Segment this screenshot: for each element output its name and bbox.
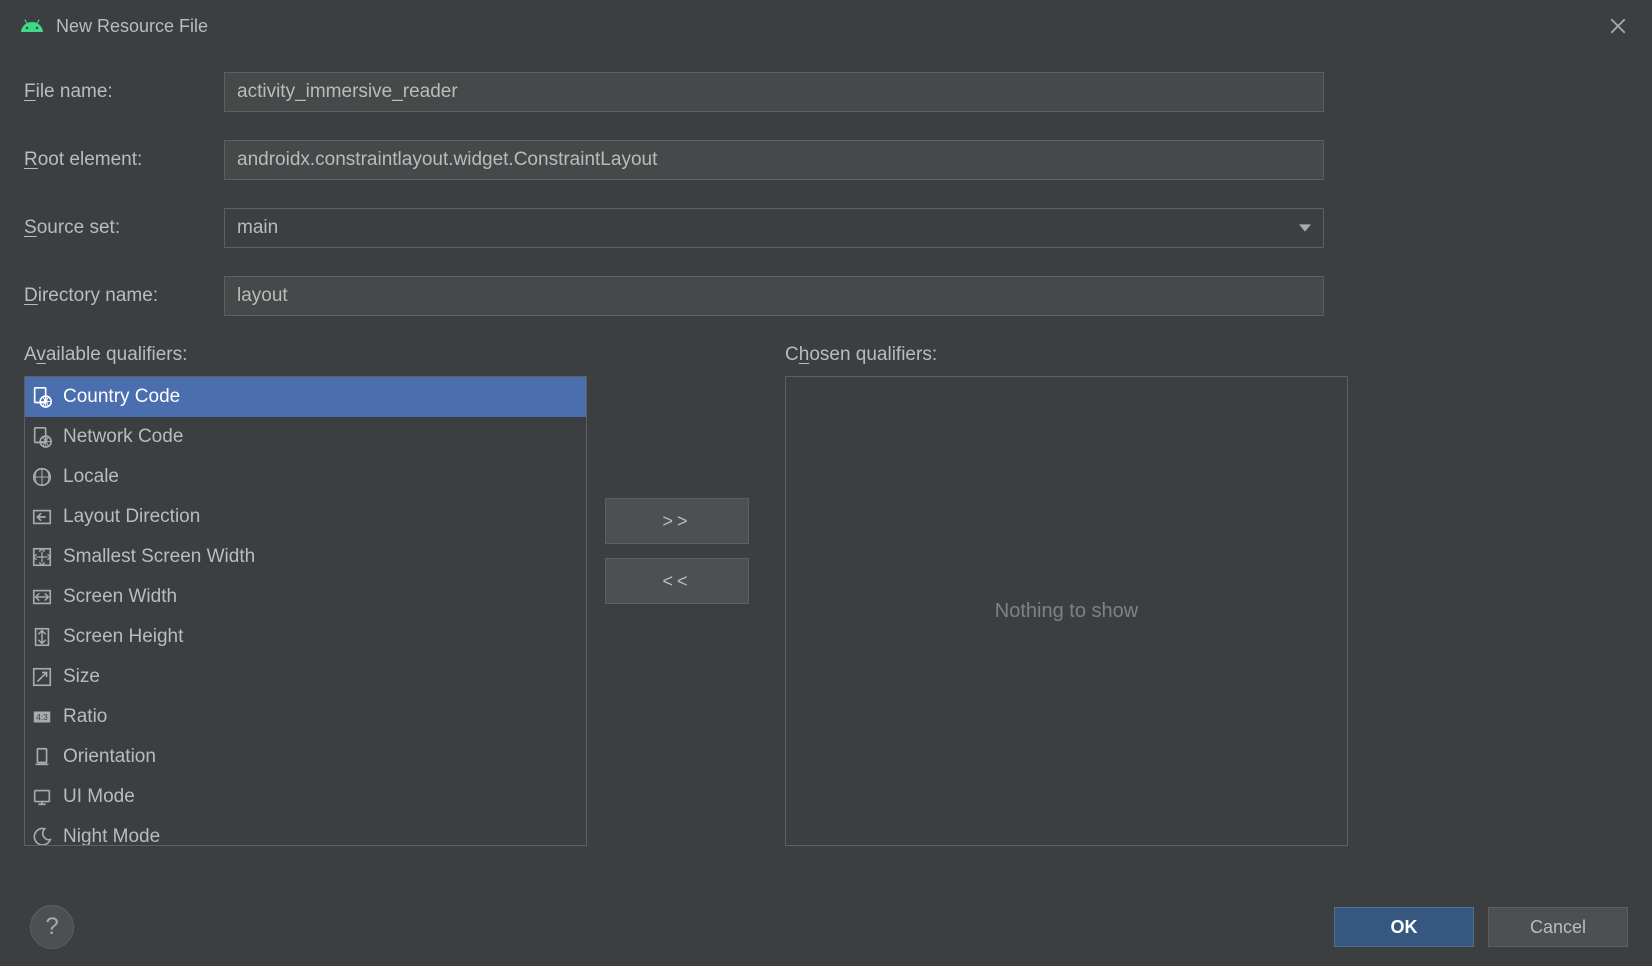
arrows-h-box-icon bbox=[31, 586, 53, 608]
source-set-value: main bbox=[237, 217, 278, 239]
ratio-box-icon: 4:3 bbox=[31, 706, 53, 728]
close-button[interactable] bbox=[1604, 12, 1632, 40]
root-element-input[interactable] bbox=[224, 140, 1324, 180]
chosen-column: Chosen qualifiers: Nothing to show bbox=[785, 344, 1348, 846]
qualifier-item[interactable]: Size bbox=[25, 657, 586, 697]
directory-name-input[interactable] bbox=[224, 276, 1324, 316]
file-globe-icon bbox=[31, 426, 53, 448]
new-resource-dialog: New Resource File File name: Root elemen… bbox=[0, 0, 1652, 966]
qualifier-label: Screen Height bbox=[63, 626, 183, 648]
qualifier-label: Layout Direction bbox=[63, 506, 200, 528]
android-icon bbox=[20, 14, 44, 38]
qualifier-item[interactable]: Smallest Screen Width bbox=[25, 537, 586, 577]
qualifier-item[interactable]: Layout Direction bbox=[25, 497, 586, 537]
remove-qualifier-button[interactable]: << bbox=[605, 558, 749, 604]
add-qualifier-button[interactable]: >> bbox=[605, 498, 749, 544]
label-file-name: File name: bbox=[24, 81, 214, 103]
row-root-element: Root element: bbox=[24, 140, 1628, 180]
cancel-button[interactable]: Cancel bbox=[1488, 907, 1628, 947]
nothing-to-show-text: Nothing to show bbox=[995, 600, 1138, 623]
qualifier-label: UI Mode bbox=[63, 786, 135, 808]
label-available: Available qualifiers: bbox=[24, 344, 587, 366]
qualifier-label: Screen Width bbox=[63, 586, 177, 608]
qualifier-label: Smallest Screen Width bbox=[63, 546, 255, 568]
qualifier-item[interactable]: Country Code bbox=[25, 377, 586, 417]
label-source-set: Source set: bbox=[24, 217, 214, 239]
row-directory-name: Directory name: bbox=[24, 276, 1628, 316]
arrows-v-box-icon bbox=[31, 626, 53, 648]
arrows-out-icon bbox=[31, 546, 53, 568]
qualifier-item[interactable]: Network Code bbox=[25, 417, 586, 457]
qualifier-label: Network Code bbox=[63, 426, 183, 448]
dialog-title: New Resource File bbox=[56, 16, 208, 37]
row-source-set: Source set: main bbox=[24, 208, 1628, 248]
night-icon bbox=[31, 826, 53, 846]
qualifier-label: Locale bbox=[63, 466, 119, 488]
label-chosen: Chosen qualifiers: bbox=[785, 344, 1348, 366]
svg-text:4:3: 4:3 bbox=[36, 713, 48, 722]
source-set-select[interactable]: main bbox=[224, 208, 1324, 248]
qualifier-item[interactable]: Screen Width bbox=[25, 577, 586, 617]
qualifier-item[interactable]: UI Mode bbox=[25, 777, 586, 817]
arrow-diag-box-icon bbox=[31, 666, 53, 688]
arrow-left-box-icon bbox=[31, 506, 53, 528]
file-globe-icon bbox=[31, 386, 53, 408]
orientation-icon bbox=[31, 746, 53, 768]
label-directory-name: Directory name: bbox=[24, 285, 214, 307]
footer-buttons: OK Cancel bbox=[1334, 907, 1628, 947]
row-file-name: File name: bbox=[24, 72, 1628, 112]
available-qualifiers-list[interactable]: Country Code Network Code Locale Layout … bbox=[24, 376, 587, 846]
qualifier-item[interactable]: Night Mode bbox=[25, 817, 586, 846]
move-buttons: >> << bbox=[605, 498, 749, 604]
dropdown-arrow-icon bbox=[1299, 224, 1311, 232]
qualifier-item[interactable]: 4:3 Ratio bbox=[25, 697, 586, 737]
content-area: File name: Root element: Source set: mai… bbox=[0, 52, 1652, 888]
chosen-qualifiers-list[interactable]: Nothing to show bbox=[785, 376, 1348, 846]
titlebar: New Resource File bbox=[0, 0, 1652, 52]
qualifier-item[interactable]: Screen Height bbox=[25, 617, 586, 657]
titlebar-left: New Resource File bbox=[20, 14, 208, 38]
qualifier-label: Orientation bbox=[63, 746, 156, 768]
globe-icon bbox=[31, 466, 53, 488]
qualifier-item[interactable]: Locale bbox=[25, 457, 586, 497]
uimode-icon bbox=[31, 786, 53, 808]
qualifiers-row: Available qualifiers: Country Code Netwo… bbox=[24, 344, 1628, 846]
dialog-footer: ? OK Cancel bbox=[0, 888, 1652, 966]
label-root-element: Root element: bbox=[24, 149, 214, 171]
help-button[interactable]: ? bbox=[30, 905, 74, 949]
file-name-input[interactable] bbox=[224, 72, 1324, 112]
qualifier-label: Size bbox=[63, 666, 100, 688]
qualifier-label: Ratio bbox=[63, 706, 107, 728]
qualifier-label: Night Mode bbox=[63, 826, 160, 846]
available-column: Available qualifiers: Country Code Netwo… bbox=[24, 344, 587, 846]
ok-button[interactable]: OK bbox=[1334, 907, 1474, 947]
qualifier-item[interactable]: Orientation bbox=[25, 737, 586, 777]
qualifier-label: Country Code bbox=[63, 386, 180, 408]
